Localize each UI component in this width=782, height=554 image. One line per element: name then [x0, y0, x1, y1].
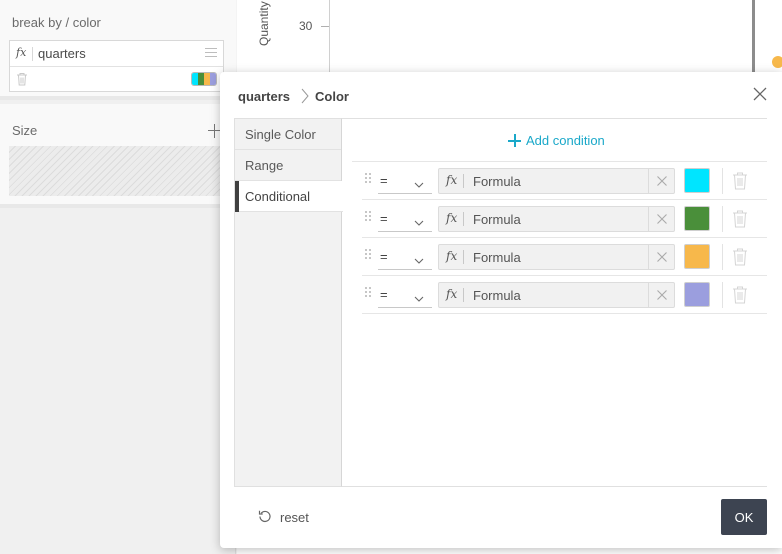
fx-icon: fx [446, 287, 458, 301]
breadcrumb-field[interactable]: quarters [238, 89, 290, 104]
condition-color-swatch[interactable] [684, 244, 710, 269]
menu-icon[interactable] [205, 48, 217, 60]
clear-formula-icon[interactable] [648, 283, 674, 307]
add-condition-button[interactable]: Add condition [508, 133, 605, 148]
conditions-panel: Add condition = fx Formula = fx Formula … [342, 118, 767, 487]
trash-icon[interactable] [732, 209, 748, 234]
size-drop-zone[interactable] [9, 146, 224, 196]
operator-value: = [380, 249, 388, 264]
divider [722, 244, 723, 270]
tab-single-color[interactable]: Single Color [235, 119, 341, 150]
fx-icon: fx [446, 249, 458, 263]
divider [32, 47, 33, 61]
ok-button[interactable]: OK [721, 499, 767, 535]
tab-range[interactable]: Range [235, 150, 341, 181]
left-panel: break by / color fx quarters Size [0, 0, 236, 554]
drag-handle-icon[interactable] [364, 286, 372, 298]
clear-formula-icon[interactable] [648, 245, 674, 269]
field-label: quarters [38, 46, 86, 61]
formula-text: Formula [473, 250, 521, 265]
condition-row: = fx Formula [362, 276, 767, 314]
operator-value: = [380, 287, 388, 302]
fx-icon: fx [446, 211, 458, 225]
tab-conditional[interactable]: Conditional [235, 181, 343, 212]
reset-icon [258, 509, 272, 526]
divider [463, 212, 464, 226]
divider [722, 168, 723, 194]
color-dialog: quarters Color Single Color Range Condit… [220, 72, 782, 548]
break-by-title: break by / color [12, 15, 101, 30]
formula-input[interactable]: fx Formula [438, 168, 675, 194]
operator-select[interactable]: = [378, 206, 432, 232]
break-by-field[interactable]: fx quarters [9, 40, 224, 92]
palette-color [210, 73, 216, 85]
add-condition-label: Add condition [526, 133, 605, 148]
chevron-down-icon [414, 290, 424, 308]
condition-row: = fx Formula [362, 162, 767, 200]
fx-icon: fx [446, 173, 458, 187]
size-title: Size [12, 123, 38, 138]
y-axis-title: Quantity [257, 1, 271, 46]
divider [463, 174, 464, 188]
trash-icon[interactable] [732, 285, 748, 310]
operator-value: = [380, 211, 388, 226]
condition-row: = fx Formula [362, 200, 767, 238]
operator-select[interactable]: = [378, 282, 432, 308]
color-mode-tabs: Single Color Range Conditional [234, 118, 343, 487]
divider [463, 250, 464, 264]
divider [722, 206, 723, 232]
y-axis-line [329, 0, 330, 80]
formula-input[interactable]: fx Formula [438, 244, 675, 270]
plus-icon [508, 134, 521, 147]
break-by-section: break by / color fx quarters [0, 0, 236, 100]
trash-icon[interactable] [732, 247, 748, 272]
divider [463, 288, 464, 302]
formula-text: Formula [473, 174, 521, 189]
trash-icon[interactable] [732, 171, 748, 196]
size-section: Size [0, 104, 236, 208]
data-point [772, 56, 782, 68]
condition-color-swatch[interactable] [684, 168, 710, 193]
operator-value: = [380, 173, 388, 188]
condition-color-swatch[interactable] [684, 206, 710, 231]
drag-handle-icon[interactable] [364, 172, 372, 184]
chevron-right-icon [301, 88, 309, 109]
clear-formula-icon[interactable] [648, 169, 674, 193]
operator-select[interactable]: = [378, 168, 432, 194]
reset-label: reset [280, 510, 309, 525]
y-tick-mark [321, 26, 329, 27]
field-row[interactable]: fx quarters [10, 41, 223, 67]
chevron-down-icon [414, 252, 424, 270]
close-icon[interactable] [752, 86, 768, 102]
plot-edge [752, 0, 755, 80]
y-tick-label: 30 [299, 19, 313, 33]
trash-icon[interactable] [16, 72, 28, 91]
breadcrumb-current: Color [315, 89, 349, 104]
drag-handle-icon[interactable] [364, 248, 372, 260]
chevron-down-icon [414, 176, 424, 194]
dialog-header: quarters Color [220, 72, 782, 118]
reset-button[interactable]: reset [258, 509, 309, 526]
condition-color-swatch[interactable] [684, 282, 710, 307]
formula-text: Formula [473, 212, 521, 227]
drag-handle-icon[interactable] [364, 210, 372, 222]
dialog-footer: reset OK [220, 487, 782, 548]
fx-icon: fx [16, 46, 27, 59]
formula-input[interactable]: fx Formula [438, 206, 675, 232]
divider [722, 282, 723, 308]
operator-select[interactable]: = [378, 244, 432, 270]
condition-row: = fx Formula [362, 238, 767, 276]
color-palette-swatch[interactable] [191, 72, 217, 86]
clear-formula-icon[interactable] [648, 207, 674, 231]
formula-input[interactable]: fx Formula [438, 282, 675, 308]
chevron-down-icon [414, 214, 424, 232]
formula-text: Formula [473, 288, 521, 303]
